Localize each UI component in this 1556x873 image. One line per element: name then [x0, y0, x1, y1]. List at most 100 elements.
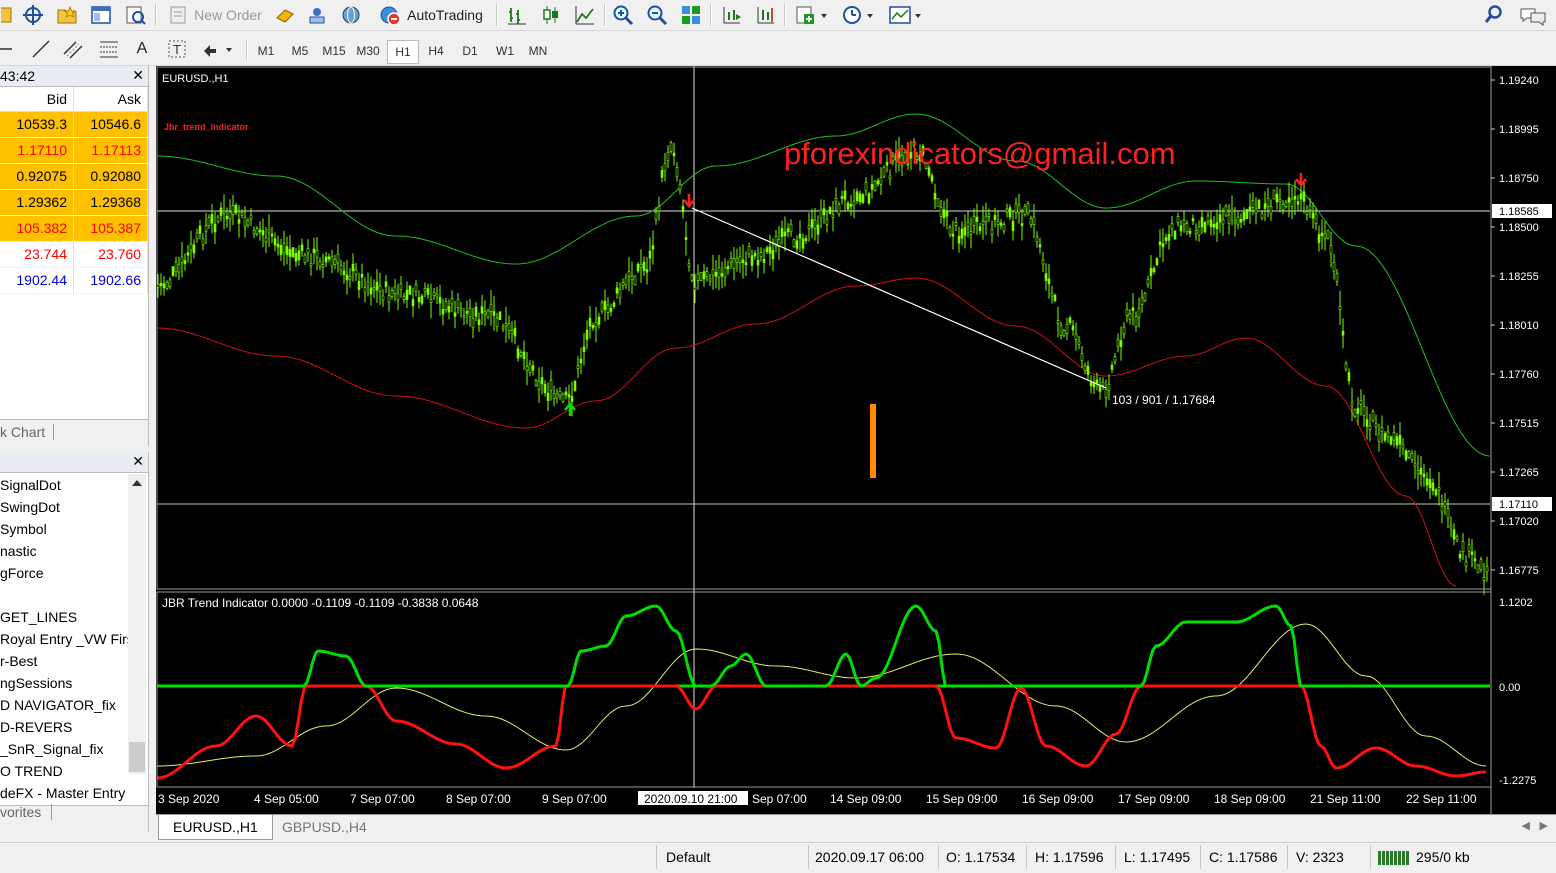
- close-icon[interactable]: ✕: [132, 67, 144, 84]
- candle-body: [1020, 223, 1024, 226]
- candle-body: [705, 271, 709, 277]
- fibonacci-icon[interactable]: [96, 37, 122, 61]
- gold-icon[interactable]: [272, 3, 298, 27]
- market-watch-row[interactable]: 1902.44 1902.66: [0, 268, 148, 294]
- text-label-icon[interactable]: T: [164, 37, 190, 61]
- window-icon[interactable]: [88, 3, 114, 27]
- candle-body: [393, 286, 397, 294]
- navigator-item[interactable]: gForce: [0, 562, 148, 584]
- timeframe-m15[interactable]: M15: [319, 40, 349, 62]
- search-icon[interactable]: [1480, 3, 1508, 27]
- scroll-chart-icon[interactable]: [718, 3, 744, 27]
- candle-body: [795, 240, 799, 249]
- navigator-item[interactable]: nastic: [0, 540, 148, 562]
- candle-body: [762, 259, 766, 263]
- navigator-item[interactable]: D-REVERS: [0, 716, 148, 738]
- candle-body: [1152, 268, 1156, 273]
- tabs-scroll-left-icon[interactable]: ◀: [1522, 819, 1530, 832]
- timeframe-mn[interactable]: MN: [523, 40, 553, 62]
- navigator-item[interactable]: deFX - Master Entry: [0, 782, 148, 804]
- timeframe-m5[interactable]: M5: [285, 40, 315, 62]
- navigator-item[interactable]: [0, 584, 148, 606]
- market-watch-row[interactable]: 23.744 23.760: [0, 242, 148, 268]
- folder-star-icon[interactable]: [54, 3, 80, 27]
- tabs-scroll-right-icon[interactable]: ▶: [1540, 819, 1548, 832]
- navigator-item[interactable]: GET_LINES: [0, 606, 148, 628]
- market-watch-row[interactable]: 0.92075 0.92080: [0, 164, 148, 190]
- zoom-out-icon[interactable]: [644, 3, 670, 27]
- globe-icon[interactable]: [338, 3, 364, 27]
- crosshair-icon[interactable]: [20, 3, 46, 27]
- market-watch-row[interactable]: 1.29362 1.29368: [0, 190, 148, 216]
- navigator-item[interactable]: Symbol: [0, 518, 148, 540]
- navigator-item[interactable]: Royal Entry _VW Firs: [0, 628, 148, 650]
- text-tool-icon[interactable]: A: [130, 37, 154, 61]
- signals-icon[interactable]: [304, 3, 330, 27]
- timeframe-d1[interactable]: D1: [455, 40, 485, 62]
- line-chart-icon[interactable]: [572, 3, 598, 27]
- candlestick-icon[interactable]: [538, 3, 564, 27]
- periods-dropdown[interactable]: [838, 3, 878, 27]
- candle-body: [684, 237, 688, 241]
- chart-shift-icon[interactable]: [752, 3, 778, 27]
- tab-tick-chart[interactable]: k Chart: [0, 424, 55, 440]
- navigator-item[interactable]: r-Best: [0, 650, 148, 672]
- zoom-in-icon[interactable]: [610, 3, 636, 27]
- candle-body: [261, 230, 265, 236]
- close-icon[interactable]: ✕: [132, 453, 144, 470]
- candle-body: [168, 279, 172, 287]
- candle-body: [1035, 236, 1039, 243]
- market-watch-row[interactable]: 10539.3 10546.6: [0, 112, 148, 138]
- timeframe-m1[interactable]: M1: [251, 40, 281, 62]
- equidistant-channel-icon[interactable]: [60, 37, 88, 61]
- tab-eurusd-h1[interactable]: EURUSD.,H1: [158, 815, 273, 840]
- timeframe-w1[interactable]: W1: [490, 40, 520, 62]
- cursor-line-icon[interactable]: [0, 37, 14, 61]
- candle-body: [183, 260, 187, 264]
- candle-body: [294, 252, 298, 262]
- market-watch-tabs: k Chart: [0, 419, 148, 446]
- navigator-item[interactable]: SignalDot: [0, 474, 148, 496]
- arrows-dropdown[interactable]: [198, 37, 238, 61]
- candle-body: [444, 300, 448, 310]
- navigator-item[interactable]: _SnR_Signal_fix: [0, 738, 148, 760]
- chat-icon[interactable]: [1516, 3, 1550, 27]
- indicators-dropdown[interactable]: [792, 3, 832, 27]
- bar-chart-icon[interactable]: [504, 3, 530, 27]
- new-order-button[interactable]: New Order: [162, 3, 268, 27]
- candle-body: [336, 253, 340, 264]
- trendline-icon[interactable]: [28, 37, 54, 61]
- new-chart-icon[interactable]: [0, 3, 14, 27]
- time-label: 4 Sep 05:00: [254, 792, 319, 806]
- candle-body: [1167, 234, 1171, 241]
- tile-windows-icon[interactable]: [678, 3, 704, 27]
- column-bid[interactable]: Bid: [0, 87, 74, 111]
- candle-body: [552, 393, 556, 399]
- tab-favorites[interactable]: vorites: [0, 804, 53, 820]
- templates-dropdown[interactable]: [886, 3, 926, 27]
- candle-body: [411, 299, 415, 307]
- chart-canvas[interactable]: 1.19240 1.18995 1.18750 1.18500 1.18255 1.180…: [156, 66, 1556, 814]
- timeframe-h1[interactable]: H1: [387, 40, 419, 64]
- candle-body: [489, 304, 493, 312]
- tab-gbpusd-h4[interactable]: GBPUSD.,H4: [268, 815, 381, 839]
- navigator-item[interactable]: O TREND: [0, 760, 148, 782]
- chart-window[interactable]: 1.19240 1.18995 1.18750 1.18500 1.18255 1.180…: [156, 66, 1556, 814]
- candle-body: [363, 287, 367, 293]
- column-ask[interactable]: Ask: [74, 87, 148, 111]
- timeframe-h4[interactable]: H4: [421, 40, 451, 62]
- candle-body: [651, 245, 655, 250]
- navigator-item[interactable]: D NAVIGATOR_fix: [0, 694, 148, 716]
- navigator-item[interactable]: ngSessions: [0, 672, 148, 694]
- navigator-scrollbar[interactable]: [128, 474, 146, 774]
- data-window-icon[interactable]: [122, 3, 148, 27]
- market-watch-row[interactable]: 1.17110 1.17113: [0, 138, 148, 164]
- market-watch-row[interactable]: 105.382 105.387: [0, 216, 148, 242]
- autotrading-button[interactable]: AutoTrading: [372, 3, 490, 27]
- candle-body: [543, 383, 547, 393]
- candle-body: [588, 318, 592, 327]
- candle-body: [1191, 218, 1195, 222]
- timeframe-m30[interactable]: M30: [353, 40, 383, 62]
- navigator-item[interactable]: SwingDot: [0, 496, 148, 518]
- candle-body: [234, 204, 238, 214]
